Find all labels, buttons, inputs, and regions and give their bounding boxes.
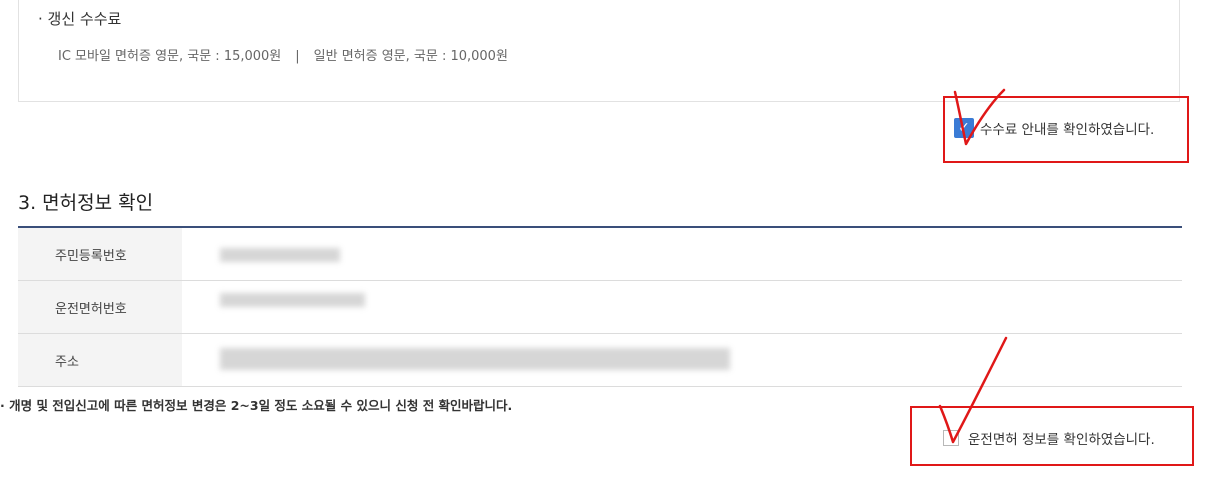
- fee-separator: |: [295, 49, 300, 64]
- blurred-value: [220, 248, 340, 262]
- fee-title: · 갱신 수수료: [38, 10, 122, 28]
- info-row-address: 주소: [18, 334, 1182, 387]
- info-label: 주민등록번호: [18, 228, 182, 280]
- info-label: 주소: [18, 334, 182, 386]
- section-title: 3. 면허정보 확인: [18, 192, 154, 214]
- annotation-box-license: [910, 406, 1194, 466]
- fee-details: IC 모바일 면허증 영문, 국문 : 15,000원 | 일반 면허증 영문, 국…: [58, 45, 508, 64]
- notice-text: · 개명 및 전입신고에 따른 면허정보 변경은 2~3일 정도 소요될 수 있…: [0, 398, 513, 413]
- info-row-license-number: 운전면허번호: [18, 281, 1182, 334]
- blurred-value: [220, 293, 365, 307]
- annotation-box-fee: [943, 96, 1189, 163]
- fee-general: 일반 면허증 영문, 국문 : 10,000원: [313, 49, 508, 64]
- info-row-resident-number: 주민등록번호: [18, 228, 1182, 281]
- info-label: 운전면허번호: [18, 281, 182, 333]
- fee-ic-mobile: IC 모바일 면허증 영문, 국문 : 15,000원: [58, 49, 282, 64]
- blurred-value: [220, 348, 730, 370]
